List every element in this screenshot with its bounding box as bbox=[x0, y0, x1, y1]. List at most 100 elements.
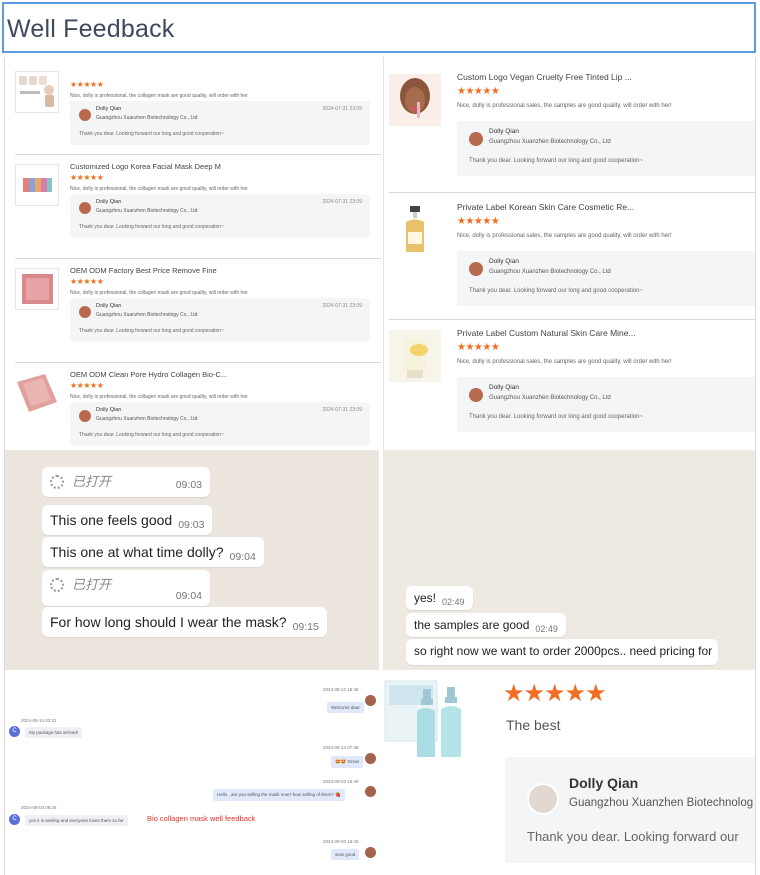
avatar bbox=[79, 109, 91, 121]
chat-bubble: so right now we want to order 2000pcs.. … bbox=[406, 639, 718, 665]
avatar bbox=[365, 847, 376, 858]
chat-message: yes! bbox=[414, 591, 437, 605]
divider bbox=[15, 154, 381, 155]
chat-message: My package has arrived! bbox=[25, 727, 83, 738]
reply-text: Thank you dear. Looking forward our long… bbox=[79, 224, 224, 230]
reply-company: Guangzhou Xuanzhen Biotechnolog bbox=[569, 797, 754, 809]
chat-screenshot-left: 已打开 09:03 This one feels good 09:03 This o… bbox=[5, 450, 379, 670]
product-title[interactable]: OEM ODM Clean Pore Hydro Collagen Bio-C.… bbox=[70, 370, 227, 379]
opened-icon bbox=[50, 474, 64, 489]
reply-text: Thank you dear. Looking forward our long… bbox=[79, 328, 224, 334]
reply-company: Guangzhou Xuanzhen Biotechnology Co., Lt… bbox=[96, 416, 198, 422]
reply-company: Guangzhou Xuanzhen Biotechnology Co., Lt… bbox=[489, 139, 611, 145]
avatar bbox=[469, 388, 483, 402]
divider bbox=[389, 319, 755, 320]
chat-time: 09:03 bbox=[178, 519, 205, 531]
review-card: Custom Logo Vegan Cruelty Free Tinted Li… bbox=[389, 72, 755, 184]
reply-date: 2024-07-31 23:09 bbox=[322, 106, 362, 112]
rating-stars: ★★★★★ bbox=[70, 80, 104, 89]
chat-date: 2024-09-03 06:26 bbox=[21, 805, 57, 810]
product-thumbnail bbox=[389, 204, 441, 256]
product-thumbnail bbox=[389, 330, 441, 382]
chat-bubble: yes! 02:49 bbox=[406, 586, 473, 610]
page: Well Feedback ★★★★★ Nice, dolly is profe… bbox=[0, 0, 760, 875]
avatar bbox=[365, 753, 376, 764]
chat-message: Hello , are you selling the mask now? ho… bbox=[213, 789, 345, 801]
reply-text: Thank you dear. Looking forward our long… bbox=[469, 288, 643, 294]
review-text: Nice, dolly is professional sales, the s… bbox=[457, 103, 672, 109]
reply-company: Guangzhou Xuanzhen Biotechnology Co., Lt… bbox=[489, 395, 611, 401]
review-text: Nice, dolly is professional sales, the s… bbox=[457, 359, 672, 365]
reply-text: Thank you dear. Looking forward our long… bbox=[469, 158, 643, 164]
product-title[interactable]: OEM ODM Factory Best Price Remove Fine bbox=[70, 266, 217, 275]
chat-status: 已打开 bbox=[72, 474, 112, 489]
seller-reply: Dolly Qian Guangzhou Xuanzhen Biotechnol… bbox=[70, 194, 370, 238]
review-text: Nice, dolly is professional, the collage… bbox=[70, 394, 248, 400]
chat-message: the samples are good bbox=[414, 618, 530, 632]
chat-message: This one feels good bbox=[50, 512, 173, 528]
avatar: C bbox=[9, 814, 20, 825]
chat-bubble: 已打开 09:04 bbox=[42, 570, 210, 606]
chat-date: 2024-08-12 16:48 bbox=[323, 687, 359, 692]
product-thumbnail bbox=[15, 372, 59, 414]
reply-company: Guangzhou Xuanzhen Biotechnology Co., Lt… bbox=[96, 115, 198, 121]
avatar bbox=[79, 306, 91, 318]
review-card: Private Label Korean Skin Care Cosmetic … bbox=[389, 202, 755, 314]
review-card: OEM ODM Factory Best Price Remove Fine ★… bbox=[15, 266, 381, 358]
product-title[interactable]: Private Label Korean Skin Care Cosmetic … bbox=[457, 202, 634, 212]
avatar: C bbox=[9, 726, 20, 737]
chat-message: This one at what time dolly? bbox=[50, 544, 224, 560]
rating-stars: ★★★★★ bbox=[70, 381, 104, 390]
seller-reply: Dolly Qian Guangzhou Xuanzhen Biotechnol… bbox=[70, 298, 370, 342]
review-text: Nice, dolly is professional, the collage… bbox=[70, 93, 248, 99]
seller-reply: Dolly Qian Guangzhou Xuanzhen Biotechnol… bbox=[70, 101, 370, 145]
rating-stars: ★★★★★ bbox=[70, 173, 104, 182]
page-title-box: Well Feedback bbox=[2, 2, 756, 53]
divider bbox=[15, 258, 381, 259]
chat-date: 2024-08-14 03:31 bbox=[21, 718, 57, 723]
chat-message: yes it is seeling and everyone loves the… bbox=[25, 815, 128, 826]
reply-text: Thank you dear. Looking forward our long… bbox=[79, 131, 224, 137]
avatar bbox=[469, 132, 483, 146]
reply-name: Dolly Qian bbox=[569, 775, 639, 791]
product-image bbox=[383, 679, 475, 761]
seller-reply: Dolly Qian Guangzhou Xuanzhen Biotechnol… bbox=[70, 402, 370, 446]
chat-screenshot-platform: 2024-08-12 16:48 Welcome dear 2024-08-14… bbox=[5, 673, 379, 875]
reply-company: Guangzhou Xuanzhen Biotechnology Co., Lt… bbox=[489, 269, 611, 275]
page-title: Well Feedback bbox=[7, 15, 175, 43]
chat-message: so right now we want to order 2000pcs.. … bbox=[414, 644, 713, 658]
reply-date: 2024-07-31 23:09 bbox=[322, 407, 362, 413]
reply-text: Thank you dear. Looking forward our long… bbox=[469, 414, 643, 420]
chat-bubble: the samples are good 02:49 bbox=[406, 613, 566, 637]
chat-bubble: This one at what time dolly? 09:04 bbox=[42, 537, 264, 567]
reply-date: 2024-07-31 23:09 bbox=[322, 303, 362, 309]
reply-name: Dolly Qian bbox=[96, 106, 122, 112]
review-card: ★★★★★ Nice, dolly is professional, the c… bbox=[15, 71, 381, 155]
chat-message: For how long should I wear the mask? bbox=[50, 614, 287, 630]
review-card: OEM ODM Clean Pore Hydro Collagen Bio-C.… bbox=[15, 370, 381, 450]
rating-stars: ★★★★★ bbox=[70, 277, 104, 286]
product-thumbnail bbox=[15, 71, 59, 113]
seller-reply: Dolly Qian Guangzhou Xuanzhen Biotechnol… bbox=[457, 377, 755, 432]
chat-message: wow good bbox=[331, 849, 360, 860]
product-title[interactable]: Private Label Custom Natural Skin Care M… bbox=[457, 328, 636, 338]
chat-message: Welcome dear bbox=[327, 702, 364, 713]
seller-reply: Dolly Qian Guangzhou Xuanzhen Biotechnol… bbox=[505, 757, 755, 863]
reply-text: Thank you dear. Looking forward our bbox=[527, 829, 739, 844]
chat-bubble: 已打开 09:03 bbox=[42, 467, 210, 497]
avatar bbox=[469, 262, 483, 276]
avatar bbox=[365, 786, 376, 797]
rating-stars: ★★★★★ bbox=[503, 680, 607, 707]
chat-date: 2024-08-14 07:38 bbox=[323, 745, 359, 750]
product-title[interactable]: Custom Logo Vegan Cruelty Free Tinted Li… bbox=[457, 72, 632, 82]
review-screenshot-bottom: ★★★★★ The best Dolly Qian Guangzhou Xuan… bbox=[383, 673, 755, 875]
reply-name: Dolly Qian bbox=[489, 384, 519, 391]
product-thumbnail bbox=[15, 268, 59, 310]
reply-name: Dolly Qian bbox=[96, 199, 122, 205]
chat-time: 09:04 bbox=[229, 551, 256, 563]
opened-icon bbox=[50, 577, 64, 592]
reply-name: Dolly Qian bbox=[489, 258, 519, 265]
product-title[interactable]: Customized Logo Korea Facial Mask Deep M bbox=[70, 162, 221, 171]
chat-status: 已打开 bbox=[72, 577, 112, 592]
right-reviews-panel: Custom Logo Vegan Cruelty Free Tinted Li… bbox=[383, 57, 755, 450]
